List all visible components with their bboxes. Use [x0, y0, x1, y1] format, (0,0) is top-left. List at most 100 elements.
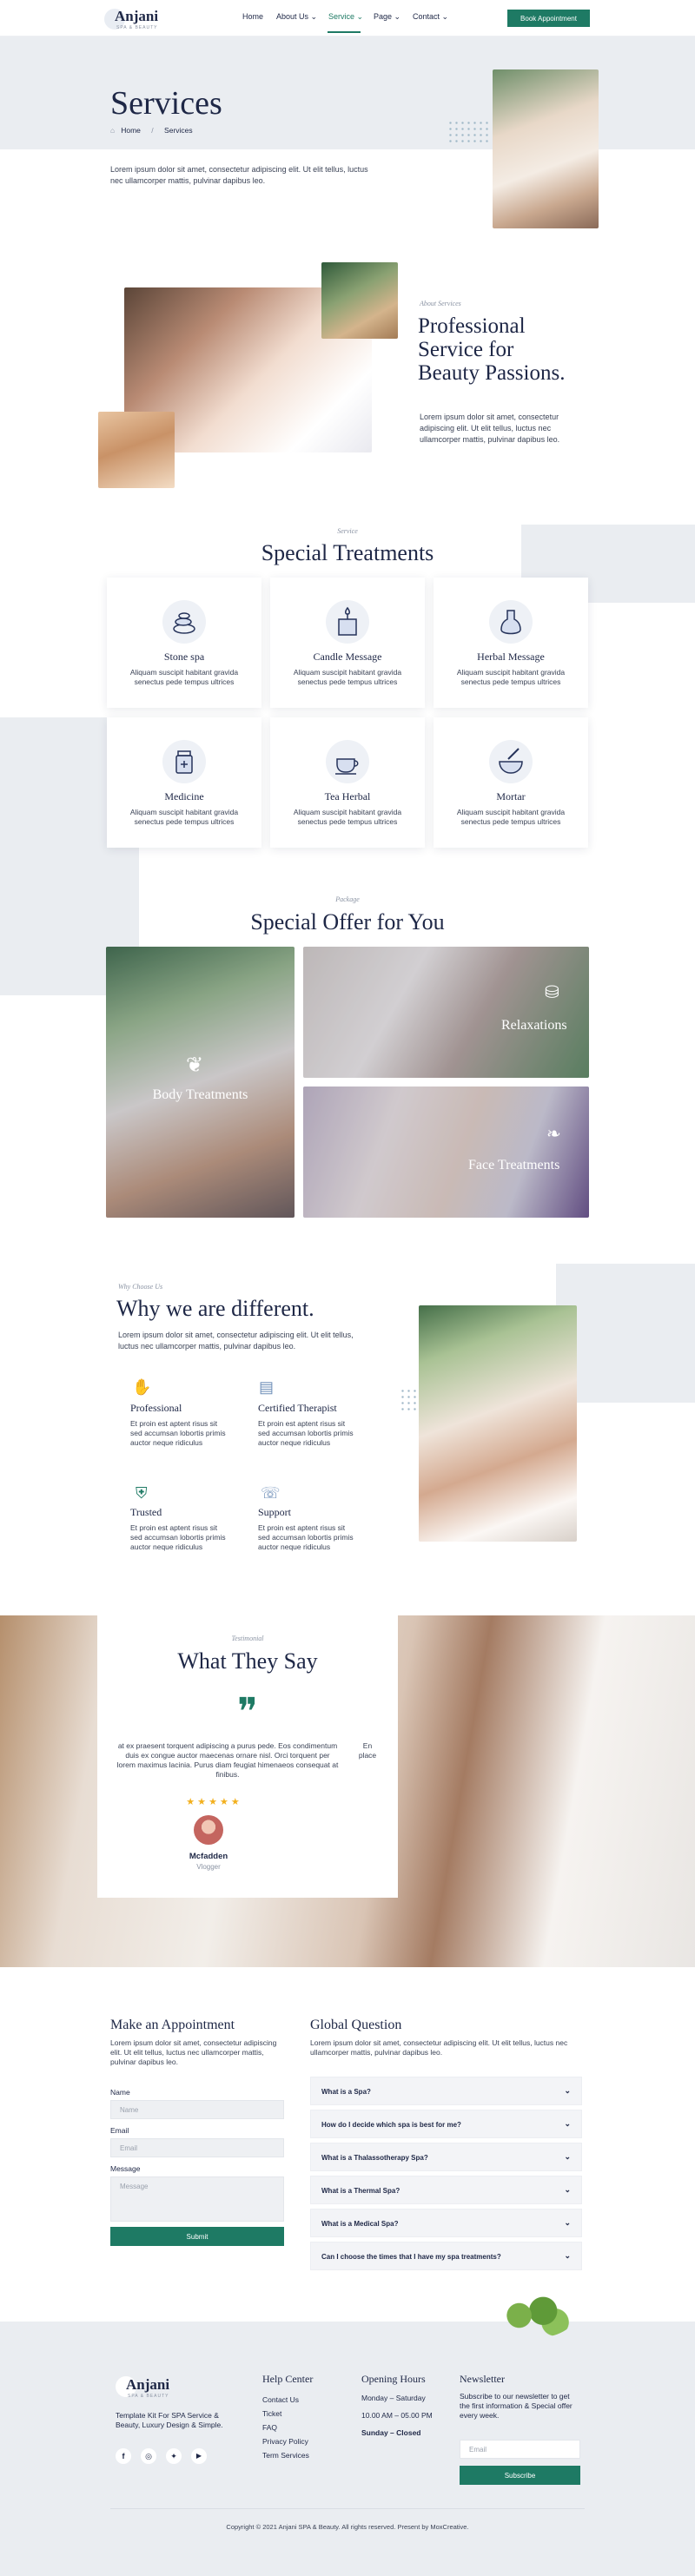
site-header: Anjani SPA & BEAUTY Home About Us ⌄ Serv… [0, 0, 695, 36]
appointment-text: Lorem ipsum dolor sit amet, consectetur … [110, 2038, 277, 2066]
testimonial-label: Testimonial [231, 1635, 264, 1642]
nav-page[interactable]: Page ⌄ [374, 12, 400, 22]
faq-item[interactable]: What is a Thermal Spa? ⌄ [310, 2176, 582, 2204]
spa-stones-photo [321, 262, 398, 339]
logo-text: Anjani [126, 2376, 170, 2393]
treatment-card-medicine[interactable]: Medicine Aliquam suscipit habitant gravi… [107, 717, 261, 848]
submit-button[interactable]: Submit [110, 2227, 284, 2246]
testimonial-title: What They Say [177, 1648, 318, 1674]
nav-active-underline [328, 31, 361, 33]
site-footer [0, 2322, 695, 2576]
treatment-desc: Aliquam suscipit habitant gravida senect… [456, 668, 566, 686]
offer-title-text: Body Treatments [152, 1087, 248, 1102]
treatment-title: Medicine [164, 790, 204, 803]
copyright: Copyright © 2021 Anjani SPA & Beauty. Al… [226, 2523, 469, 2531]
why-text: Lorem ipsum dolor sit amet, consectetur … [118, 1331, 354, 1351]
logo-text: Anjani [115, 8, 159, 24]
feature-desc: Et proin est aptent risus sit sed accums… [130, 1419, 226, 1447]
feature-desc: Et proin est aptent risus sit sed accums… [258, 1523, 354, 1551]
banner-intro: Lorem ipsum dolor sit amet, consectetur … [110, 165, 368, 185]
massage-icon: ✋ [132, 1378, 152, 1396]
why-title: Why we are different. [116, 1296, 314, 1321]
feature-title: Certified Therapist [258, 1402, 337, 1414]
quote-icon: ❞ [237, 1691, 258, 1734]
chevron-down-icon: ⌄ [564, 2119, 571, 2128]
appointment-title: Make an Appointment [110, 2018, 235, 2032]
breadcrumb-separator: / [151, 126, 154, 135]
treatment-title: Mortar [496, 790, 526, 803]
chevron-down-icon: ⌄ [564, 2218, 571, 2227]
faq-item[interactable]: What is a Spa? ⌄ [310, 2077, 582, 2105]
testimonial-quote: at ex praesent torquent adipiscing a pur… [116, 1741, 339, 1779]
faq-item[interactable]: How do I decide which spa is best for me… [310, 2110, 582, 2138]
footer-tagline: Template Kit For SPA Service & Beauty, L… [116, 2411, 223, 2429]
offer-title-text: Face Treatments [468, 1158, 560, 1172]
faq-item[interactable]: What is a Medical Spa? ⌄ [310, 2209, 582, 2237]
treatment-card-mortar[interactable]: Mortar Aliquam suscipit habitant gravida… [434, 717, 588, 848]
subscribe-button[interactable]: Subscribe [460, 2466, 580, 2485]
footer-link-privacy[interactable]: Privacy Policy [262, 2437, 308, 2446]
twitter-icon[interactable]: ✦ [166, 2448, 182, 2464]
treatment-card-herbal-message[interactable]: Herbal Message Aliquam suscipit habitant… [434, 578, 588, 708]
footer-link-terms[interactable]: Term Services [262, 2451, 309, 2460]
nav-contact[interactable]: Contact ⌄ [413, 12, 448, 22]
offer-card-face-treatments[interactable]: ❧ Face Treatments [303, 1087, 589, 1218]
faq-item[interactable]: Can I choose the times that I have my sp… [310, 2242, 582, 2270]
faq-question: What is a Medical Spa? [321, 2220, 399, 2228]
treatment-card-tea-herbal[interactable]: Tea Herbal Aliquam suscipit habitant gra… [270, 717, 425, 848]
email-input[interactable]: Email [110, 2138, 284, 2157]
faq-item[interactable]: What is a Thalassotherapy Spa? ⌄ [310, 2143, 582, 2171]
next-testimonial-peek: En place [358, 1741, 377, 1760]
feature-desc: Et proin est aptent risus sit sed accums… [258, 1419, 354, 1447]
message-label: Message [110, 2164, 141, 2173]
offer-overlay [303, 947, 589, 1078]
treatment-desc: Aliquam suscipit habitant gravida senect… [456, 808, 566, 826]
feature-title: Professional [130, 1402, 182, 1414]
book-appointment-button[interactable]: Book Appointment [507, 10, 590, 27]
footer-link-faq[interactable]: FAQ [262, 2423, 277, 2432]
youtube-icon[interactable]: ▶ [191, 2448, 207, 2464]
treatment-card-stone-spa[interactable]: Stone spa Aliquam suscipit habitant grav… [107, 578, 261, 708]
footer-link-ticket[interactable]: Ticket [262, 2409, 281, 2418]
email-label: Email [110, 2126, 129, 2135]
faq-question: What is a Thermal Spa? [321, 2187, 400, 2195]
offer-overlay [106, 947, 295, 1218]
treatment-desc: Aliquam suscipit habitant gravida senect… [293, 668, 402, 686]
hours-sunday: Sunday – Closed [361, 2428, 421, 2437]
opening-hours-title: Opening Hours [361, 2373, 426, 2385]
medicine-jar-icon [162, 740, 206, 783]
facebook-icon[interactable]: f [116, 2448, 131, 2464]
site-logo[interactable]: Anjani SPA & BEAUTY [104, 5, 165, 31]
offer-card-relaxations[interactable]: ⛁ Relaxations [303, 947, 589, 1078]
offer-overlay [303, 1087, 589, 1218]
name-input[interactable]: Name [110, 2100, 284, 2119]
footer-logo[interactable]: Anjani SPA & BEAUTY [116, 2375, 176, 2401]
nav-service[interactable]: Service ⌄ [328, 12, 363, 22]
faq-text: Lorem ipsum dolor sit amet, consectetur … [310, 2038, 568, 2057]
feature-desc: Et proin est aptent risus sit sed accums… [130, 1523, 226, 1551]
name-label: Name [110, 2088, 130, 2097]
treatments-title: Special Treatments [261, 540, 434, 565]
page-title: Services [110, 85, 222, 122]
offer-card-body-treatments[interactable]: ❦ Body Treatments [106, 947, 295, 1218]
chevron-down-icon: ⌄ [564, 2251, 571, 2260]
instagram-icon[interactable]: ◎ [141, 2448, 156, 2464]
footer-link-contact[interactable]: Contact Us [262, 2395, 299, 2404]
about-label: About Services [420, 300, 461, 307]
avatar [194, 1815, 223, 1845]
chevron-down-icon: ⌄ [564, 2152, 571, 2161]
mortar-icon [489, 740, 533, 783]
faq-question: What is a Thalassotherapy Spa? [321, 2154, 428, 2162]
message-textarea[interactable]: Message [110, 2176, 284, 2222]
support-icon: ☏ [261, 1484, 281, 1502]
nav-about[interactable]: About Us ⌄ [276, 12, 317, 22]
breadcrumb-home[interactable]: Home [121, 126, 141, 135]
newsletter-title: Newsletter [460, 2373, 505, 2385]
nav-home[interactable]: Home [242, 12, 263, 21]
treatment-title: Herbal Message [477, 651, 545, 663]
testimonial-name: Mcfadden [189, 1852, 228, 1861]
newsletter-email-input[interactable]: Email [460, 2440, 580, 2459]
treatment-desc: Aliquam suscipit habitant gravida senect… [293, 808, 402, 826]
treatment-card-candle-message[interactable]: Candle Message Aliquam suscipit habitant… [270, 578, 425, 708]
candle-icon [326, 600, 369, 644]
